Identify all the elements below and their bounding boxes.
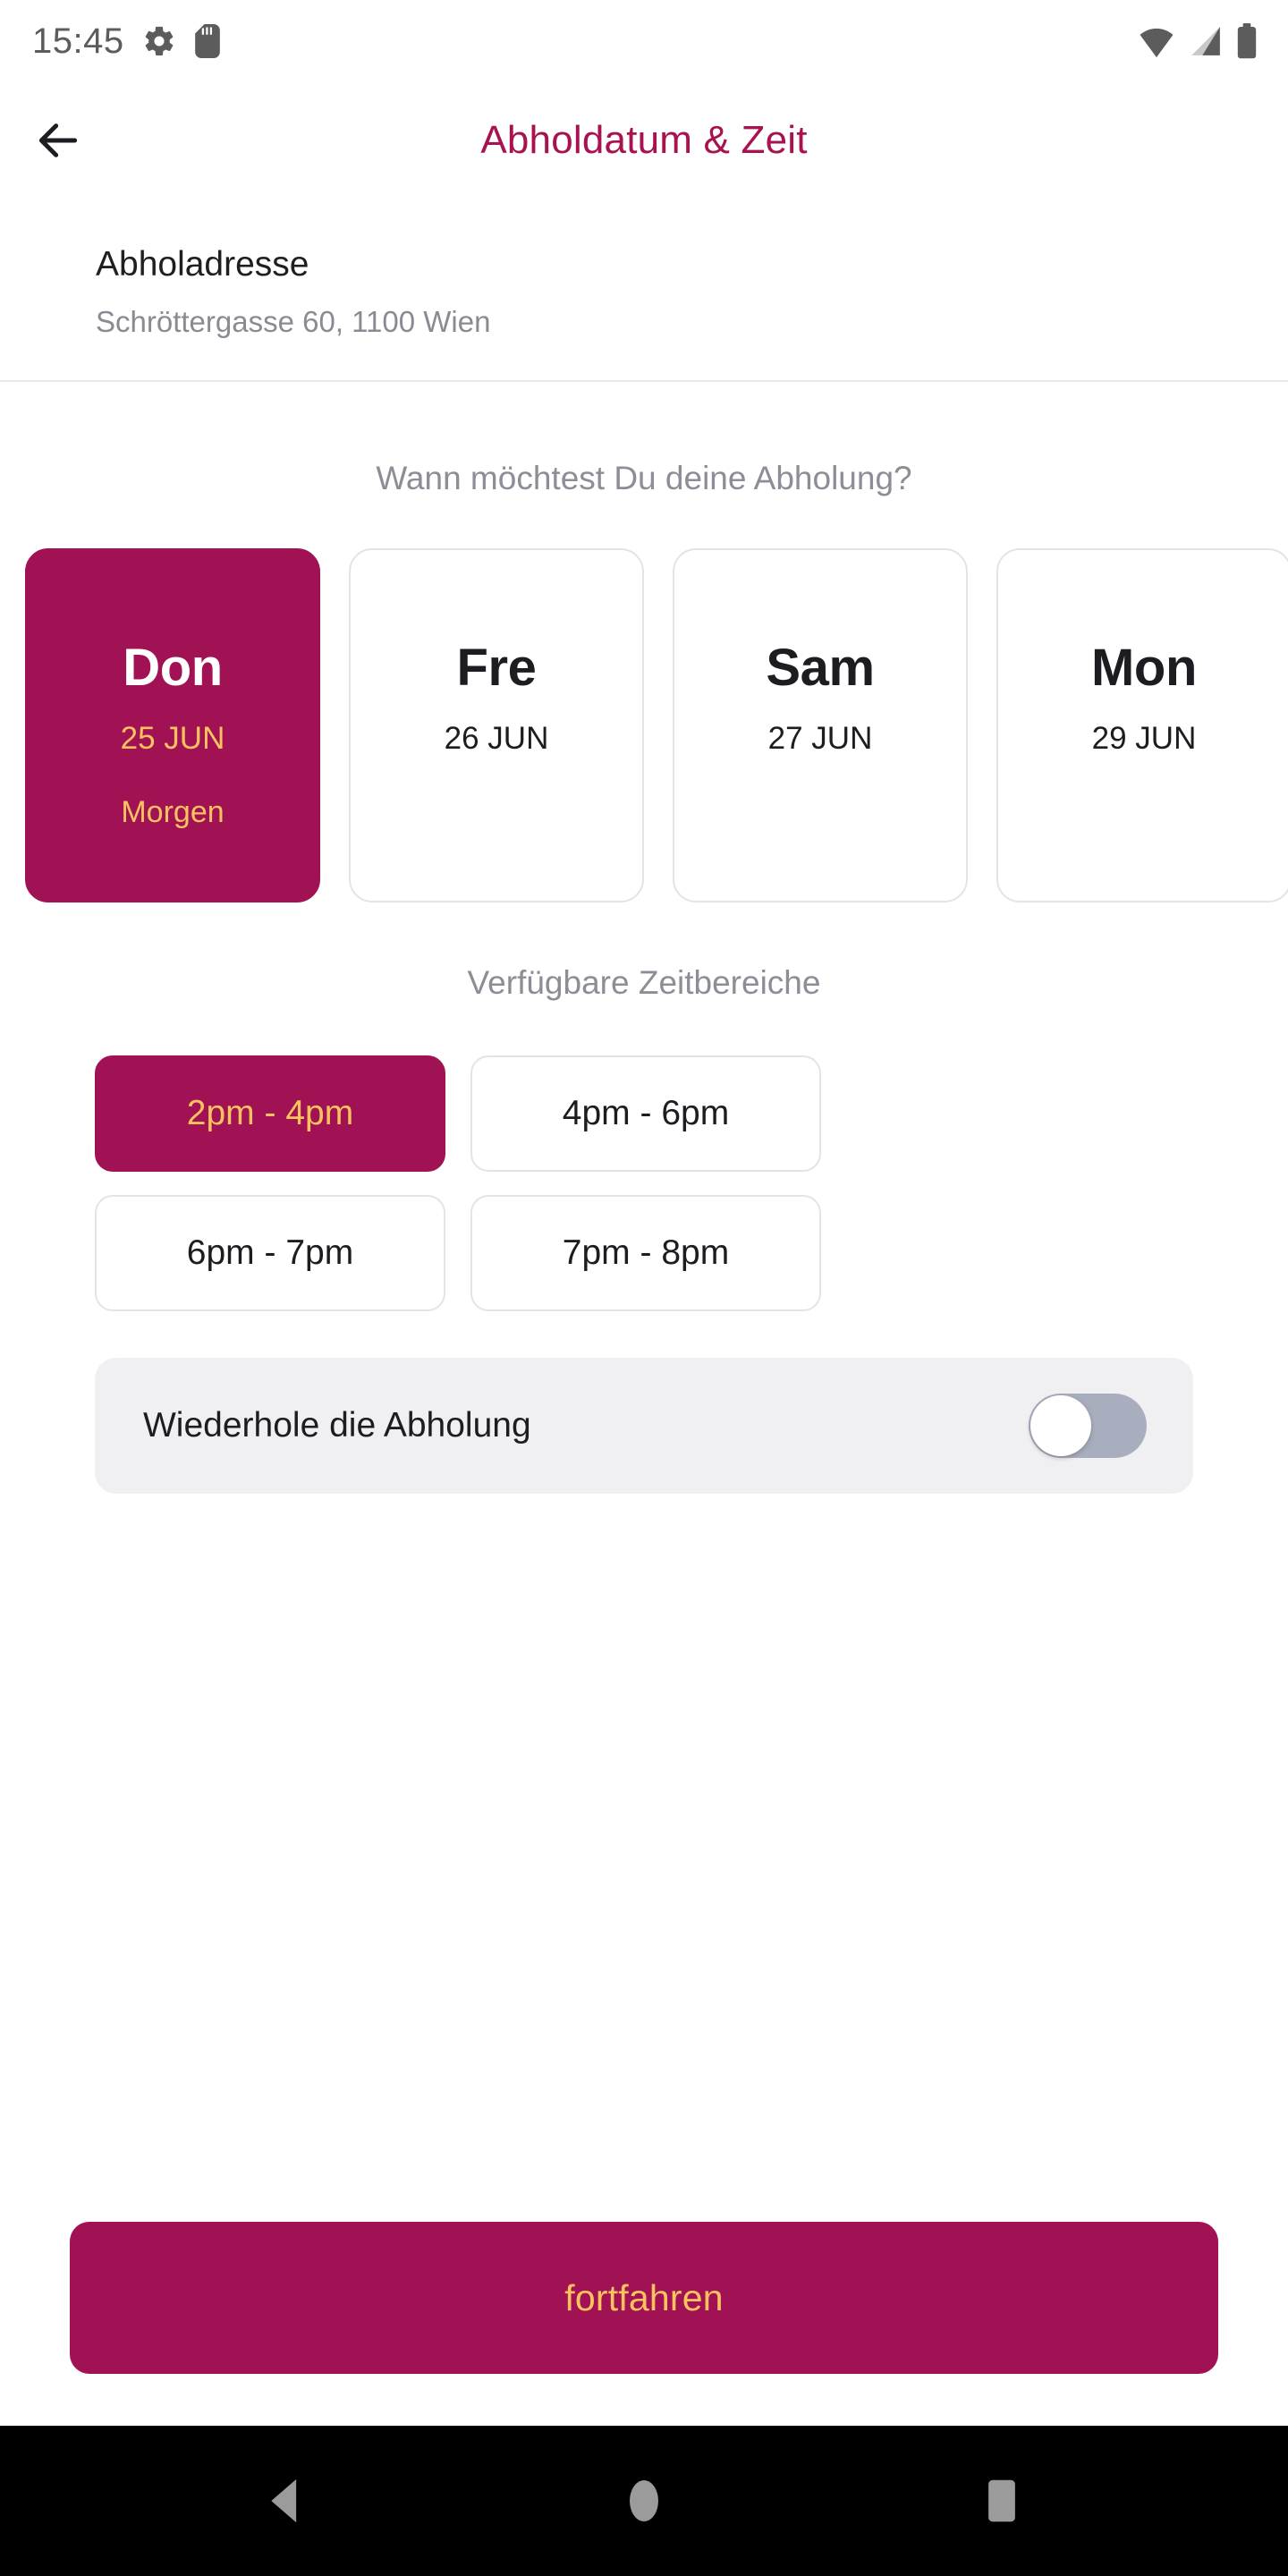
sd-card-icon [194,24,221,58]
gear-icon [142,24,176,58]
day-card-date: 27 JUN [767,721,873,757]
day-card-date: 25 JUN [120,721,225,757]
time-slot-2[interactable]: 6pm - 7pm [95,1194,445,1311]
nav-recents-button[interactable] [939,2438,1064,2563]
day-card-3[interactable]: Mon 29 JUN [996,548,1288,903]
home-circle-icon [625,2478,663,2524]
day-card-note: Morgen [121,795,225,830]
repeat-pickup-row[interactable]: Wiederhole die Abholung [95,1357,1193,1494]
android-navigation-bar [0,2426,1288,2576]
day-card-name: Mon [1091,639,1197,698]
section-divider [0,379,1288,382]
nav-home-button[interactable] [581,2438,707,2563]
status-bar-right [1138,23,1258,59]
continue-button[interactable]: fortfahren [70,2222,1218,2374]
day-card-2[interactable]: Sam 27 JUN [673,548,968,903]
repeat-pickup-toggle[interactable] [1029,1393,1147,1458]
time-slot-3[interactable]: 7pm - 8pm [470,1194,821,1311]
repeat-pickup-label: Wiederhole die Abholung [143,1405,531,1445]
back-triangle-icon [266,2478,307,2524]
wifi-icon [1138,24,1175,58]
status-bar: 15:45 [0,0,1288,82]
app-header: Abholdatum & Zeit [0,82,1288,199]
cellular-signal-icon [1188,24,1224,58]
battery-icon [1236,23,1258,59]
back-button[interactable] [23,106,93,175]
nav-back-button[interactable] [224,2438,349,2563]
day-card-date: 29 JUN [1091,721,1197,757]
day-selector-scroller[interactable]: Don 25 JUN Morgen Fre 26 JUN Sam 27 JUN … [0,548,1288,906]
time-slots-group: 2pm - 4pm 4pm - 6pm 6pm - 7pm 7pm - 8pm [0,1055,1288,1311]
pickup-address-title: Abholadresse [96,245,309,284]
page-title: Abholdatum & Zeit [480,118,808,162]
pickup-address-block: Abholadresse Schröttergasse 60, 1100 Wie… [0,199,1288,380]
cta-container: fortfahren [0,2222,1288,2426]
app-screen: 15:45 Abholdatum & Zeit Abholadresse Sch… [0,0,1288,2576]
recents-square-icon [985,2478,1019,2524]
day-card-1[interactable]: Fre 26 JUN [349,548,644,903]
toggle-knob [1030,1394,1091,1456]
pickup-question-label: Wann möchtest Du deine Abholung? [376,459,912,496]
time-slot-0[interactable]: 2pm - 4pm [95,1055,445,1172]
pickup-address-value: Schröttergasse 60, 1100 Wien [96,304,491,338]
status-bar-left: 15:45 [32,23,221,59]
day-card-0[interactable]: Don 25 JUN Morgen [25,548,320,903]
time-slot-1[interactable]: 4pm - 6pm [470,1055,821,1172]
day-card-name: Fre [456,639,537,698]
arrow-left-icon [33,115,83,165]
time-slots-label: Verfügbare Zeitbereiche [467,964,821,1002]
day-card-name: Sam [766,639,875,698]
day-card-name: Don [123,639,223,698]
status-clock: 15:45 [32,21,124,61]
day-card-date: 26 JUN [444,721,549,757]
